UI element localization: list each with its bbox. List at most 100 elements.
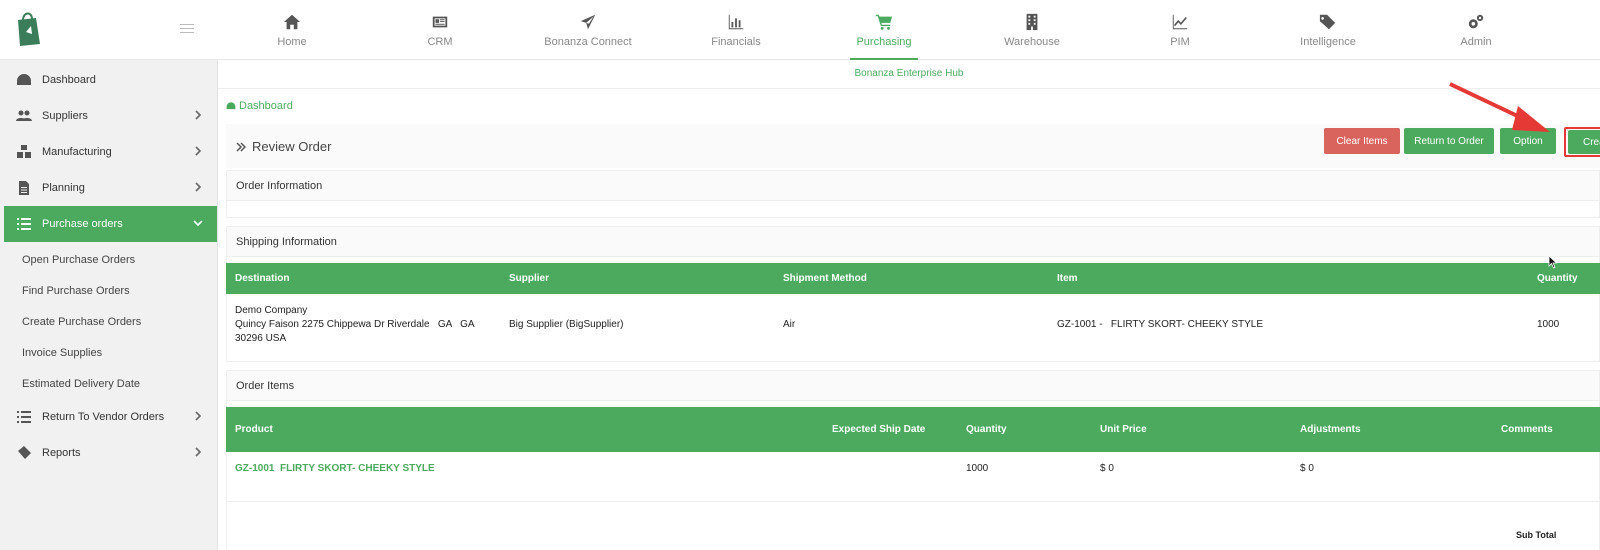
shipping-table: Destination Supplier Shipment Method Ite… — [226, 263, 1600, 354]
create-button[interactable]: Create — [1568, 130, 1600, 154]
table-row: GZ-1001 FLIRTY SKORT- CHEEKY STYLE 1000 … — [226, 452, 1600, 502]
sidebar-item-label: Dashboard — [42, 74, 96, 86]
order-information-section: Order Information — [226, 170, 1600, 218]
sidebar-item-label: Suppliers — [42, 110, 88, 122]
shopping-cart-icon — [875, 14, 893, 30]
col-destination: Destination — [235, 273, 290, 284]
sidebar-item-label: Planning — [42, 182, 85, 194]
nav-label: Financials — [711, 36, 761, 48]
col-supplier: Supplier — [509, 273, 550, 284]
review-order-title: Review Order — [252, 139, 332, 154]
tags-icon — [1319, 14, 1336, 30]
sidebar-item-dashboard[interactable]: Dashboard — [0, 62, 217, 98]
gears-icon — [1468, 14, 1484, 29]
chevron-right-icon — [195, 110, 202, 120]
nav-bonanza-connect[interactable]: Bonanza Connect — [514, 0, 662, 60]
nav-label: Purchasing — [856, 36, 912, 48]
col-product: Product — [235, 424, 273, 435]
sidebar-item-label: Reports — [42, 447, 81, 459]
paper-plane-icon — [580, 14, 596, 30]
table-header: Destination Supplier Shipment Method Ite… — [226, 263, 1600, 294]
mouse-cursor-icon — [1548, 255, 1558, 269]
dashboard-icon — [17, 74, 31, 85]
users-icon — [16, 110, 32, 121]
file-icon — [19, 181, 29, 195]
nav-admin[interactable]: Admin — [1402, 0, 1550, 60]
chevron-down-icon — [193, 220, 203, 227]
shopping-bag-logo-icon[interactable] — [14, 10, 44, 46]
menu-toggle-icon[interactable] — [180, 24, 194, 36]
sidebar-item-manufacturing[interactable]: Manufacturing — [0, 134, 217, 170]
app-root: Home CRM Bonanza Connect Financials Purc… — [0, 0, 1600, 550]
quantity-cell: 1000 — [1537, 319, 1560, 330]
destination-line-2: Quincy Faison 2275 Chippewa Dr Riverdale… — [235, 319, 475, 330]
sidebar-subitem-find-purchase-orders[interactable]: Find Purchase Orders — [0, 275, 217, 306]
sidebar: Dashboard Suppliers Manufacturing Planni… — [0, 60, 218, 550]
create-button-highlight: Create — [1564, 127, 1600, 157]
top-bar: Home CRM Bonanza Connect Financials Purc… — [0, 0, 1600, 60]
sidebar-item-suppliers[interactable]: Suppliers — [0, 98, 217, 134]
col-item: Item — [1057, 273, 1078, 284]
section-title: Order Information — [227, 171, 1599, 201]
col-comments: Comments — [1501, 424, 1553, 435]
dashboard-icon — [226, 102, 236, 110]
col-quantity: Quantity — [1537, 273, 1578, 284]
unit-price-cell: $ 0 — [1100, 463, 1114, 474]
sidebar-item-label: Purchase orders — [42, 218, 123, 230]
nav-label: CRM — [427, 36, 453, 48]
sidebar-subitem-open-purchase-orders[interactable]: Open Purchase Orders — [0, 244, 217, 275]
col-shipment-method: Shipment Method — [783, 273, 867, 284]
nav-warehouse[interactable]: Warehouse — [958, 0, 1106, 60]
nav-purchasing[interactable]: Purchasing — [810, 0, 958, 60]
chevron-right-icon — [195, 411, 202, 421]
nav-intelligence[interactable]: Intelligence — [1254, 0, 1402, 60]
sidebar-item-purchase-orders[interactable]: Purchase orders — [4, 206, 217, 242]
sidebar-item-label: Return To Vendor Orders — [42, 411, 165, 423]
sidebar-subitem-create-purchase-orders[interactable]: Create Purchase Orders — [0, 306, 217, 337]
nav-label: Intelligence — [1300, 36, 1356, 48]
sidebar-item-reports[interactable]: Reports — [0, 435, 217, 471]
breadcrumb[interactable]: Dashboard — [226, 100, 293, 112]
nav-label: Warehouse — [1004, 36, 1060, 48]
col-unit-price: Unit Price — [1100, 424, 1147, 435]
sidebar-subitem-invoice-supplies[interactable]: Invoice Supplies — [0, 337, 217, 368]
section-title: Shipping Information — [227, 227, 1599, 257]
building-icon — [1026, 13, 1038, 31]
destination-line-3: 30296 USA — [235, 333, 287, 344]
destination-line-1: Demo Company — [235, 305, 308, 316]
sidebar-subitem-estimated-delivery-date[interactable]: Estimated Delivery Date — [0, 368, 217, 399]
col-expected-ship-date: Expected Ship Date — [832, 424, 926, 435]
main-nav: Home CRM Bonanza Connect Financials Purc… — [218, 0, 1550, 60]
clear-items-button[interactable]: Clear Items — [1324, 128, 1400, 154]
list-icon — [17, 218, 31, 230]
order-items-table: Product Expected Ship Date Quantity Unit… — [226, 407, 1600, 502]
breadcrumb-dashboard: Dashboard — [239, 100, 293, 112]
page-title: Review Order — [236, 139, 331, 154]
product-link[interactable]: GZ-1001 FLIRTY SKORT- CHEEKY STYLE — [235, 463, 435, 474]
col-adjustments: Adjustments — [1300, 424, 1361, 435]
sidebar-item-return-to-vendor-orders[interactable]: Return To Vendor Orders — [0, 399, 217, 435]
main-content: Bonanza Enterprise Hub Dashboard Review … — [218, 60, 1600, 550]
crm-icon — [432, 16, 448, 28]
sidebar-item-label: Manufacturing — [42, 146, 112, 158]
nav-financials[interactable]: Financials — [662, 0, 810, 60]
nav-label: Home — [277, 36, 307, 48]
home-icon — [283, 14, 301, 30]
shipment-method-cell: Air — [783, 319, 796, 330]
supplier-cell: Big Supplier (BigSupplier) — [509, 319, 624, 330]
nav-home[interactable]: Home — [218, 0, 366, 60]
col-quantity: Quantity — [966, 424, 1007, 435]
table-row: Demo Company Quincy Faison 2275 Chippewa… — [226, 294, 1600, 354]
cubes-icon — [17, 145, 31, 158]
chevron-right-icon — [195, 182, 202, 192]
sidebar-item-planning[interactable]: Planning — [0, 170, 217, 206]
chevron-right-icon — [195, 146, 202, 156]
nav-label: Bonanza Connect — [544, 36, 632, 48]
nav-pim[interactable]: PIM — [1106, 0, 1254, 60]
red-arrow-annotation — [1449, 82, 1550, 132]
chevron-right-icon — [195, 447, 202, 457]
double-chevron-right-icon — [236, 141, 246, 152]
nav-label: PIM — [1170, 36, 1190, 48]
reports-icon — [18, 446, 31, 459]
nav-crm[interactable]: CRM — [366, 0, 514, 60]
